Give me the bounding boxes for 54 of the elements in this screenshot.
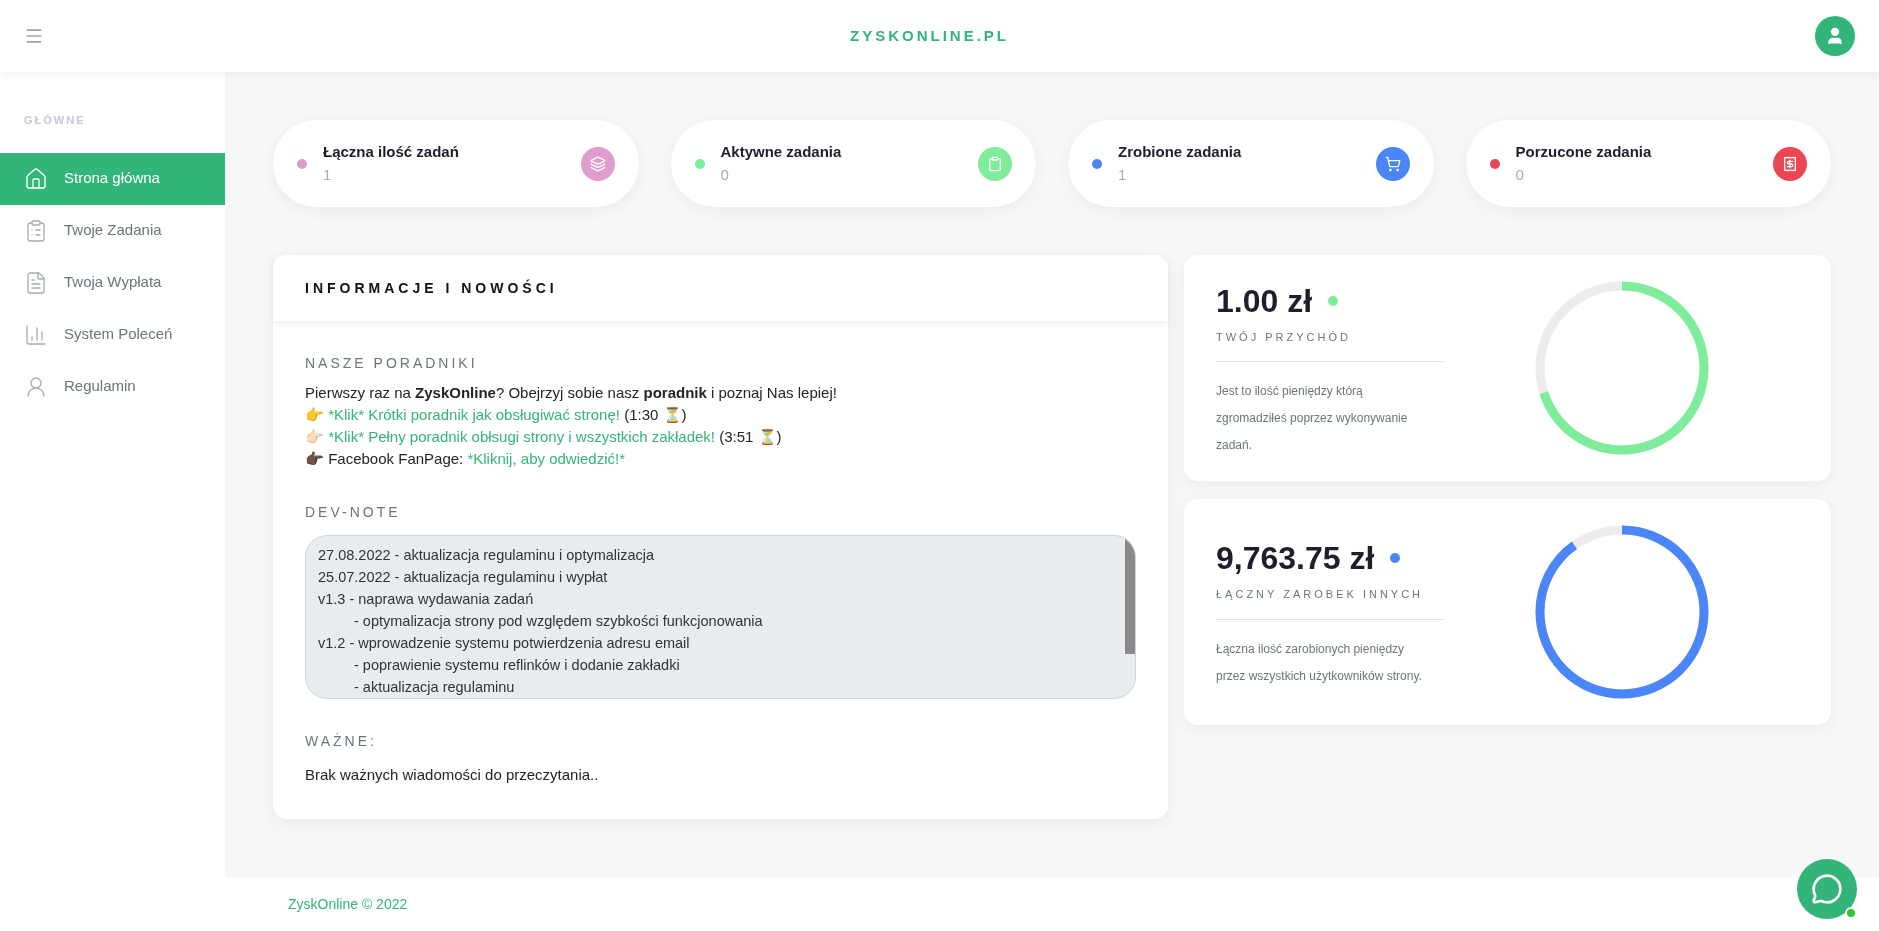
section-heading: NASZE PORADNIKI <box>305 354 479 373</box>
footer-text: ZyskOnline © 2022 <box>288 894 408 914</box>
sidebar-section-title: GŁÓWNE <box>23 113 87 128</box>
stack-icon <box>580 146 615 181</box>
document-icon <box>24 270 48 295</box>
guide-line: 👉🏻 *Klik* Pełny poradnik obłsugi strony i wszystkich zakładek! (3:51 ⏳) <box>305 427 783 447</box>
brand-title: ZYSKONLINE.PL <box>850 25 1009 46</box>
panel-title: INFORMACJE I NOWOŚCI <box>305 278 558 298</box>
chat-icon <box>1811 873 1843 905</box>
important-text: Brak ważnych wiadomości do przeczytania.. <box>305 765 600 785</box>
stat-value: 1 <box>323 164 333 185</box>
sidebar-item[interactable]: System Poleceń <box>0 308 225 361</box>
intro-text: Pierwszy raz na ZyskOnline? Obejrzyj sobie nasz poradnik i poznaj Nas lepiej! <box>305 383 838 403</box>
stat-label: Zrobione zadania <box>1118 142 1243 162</box>
guide-line: 👉 *Klik* Krótki poradnik jak obsługiwać stronę! (1:30 ⏳) <box>305 405 688 425</box>
stat-label: Aktywne zadania <box>720 142 843 162</box>
receipt-icon <box>1773 146 1807 181</box>
user-icon <box>1825 26 1845 46</box>
clipboard-icon <box>978 146 1012 181</box>
amount-label: TWÓJ PRZYCHÓD <box>1216 328 1444 363</box>
sidebar-item[interactable]: Strona główna <box>0 152 225 205</box>
home-icon <box>24 166 48 191</box>
stat-label: Porzucone zadania <box>1515 142 1653 162</box>
amount-description: Jest to ilość pieniędzy którą zgromadziłeś poprzez wykonywanie zadań. <box>1216 383 1409 455</box>
dev-note-line: v1.3 - naprawa wydawania zadań <box>318 590 535 609</box>
sidebar-item[interactable]: Regulamin <box>0 360 225 413</box>
sidebar-item[interactable]: Twoja Wypłata <box>0 256 225 309</box>
dev-note-line: - aktualizacja regulaminu <box>353 678 516 697</box>
section-heading: WAŻNE: <box>305 732 378 751</box>
cart-icon <box>1375 146 1410 181</box>
guide-link[interactable]: *Klik* Krótki poradnik jak obsługiwać stronę! <box>328 406 620 423</box>
stat-label: Łączna ilość zadań <box>323 142 460 162</box>
guide-link[interactable]: *Kliknij, aby odwiedzić!* <box>467 450 625 467</box>
clipboard-icon <box>24 218 48 243</box>
sidebar-item[interactable]: Twoje Zadania <box>0 204 225 257</box>
amount-label: ŁĄCZNY ZAROBEK INNYCH <box>1216 586 1444 620</box>
dev-note-line: - optymalizacja strony pod względem szybkości funkcjonowania <box>353 612 764 631</box>
stat-value: 1 <box>1118 164 1128 185</box>
guide-line: 👉🏿 Facebook FanPage: *Kliknij, aby odwiedzić!* <box>305 449 626 469</box>
chat-button[interactable] <box>1797 859 1857 919</box>
dev-note-line: v1.2 - wprowadzenie systemu potwierdzenia adresu email <box>318 634 691 653</box>
section-heading: DEV-NOTE <box>305 503 402 522</box>
amount-description: Łączna ilość zarobionych pieniędzy przez wszystkich użytkowników strony. <box>1216 640 1423 685</box>
guide-link[interactable]: *Klik* Pełny poradnik obłsugi strony i wszystkich zakładek! <box>328 428 715 445</box>
dev-note-line: 25.07.2022 - aktualizacja regulaminu i wypłat <box>318 568 609 587</box>
amount-value: 9,763.75 zł <box>1216 539 1375 579</box>
stat-value: 0 <box>1515 164 1525 185</box>
dev-note-line: 27.08.2022 - aktualizacja regulaminu i optymalizacja <box>318 546 656 565</box>
dev-note-line: - poprawienie systemu reflinków i dodanie zakładki <box>353 656 681 675</box>
menu-icon[interactable] <box>24 26 44 46</box>
user-icon <box>24 374 48 399</box>
stat-value: 0 <box>720 164 730 185</box>
user-avatar-button[interactable] <box>1815 16 1855 56</box>
amount-value: 1.00 zł <box>1216 281 1313 321</box>
